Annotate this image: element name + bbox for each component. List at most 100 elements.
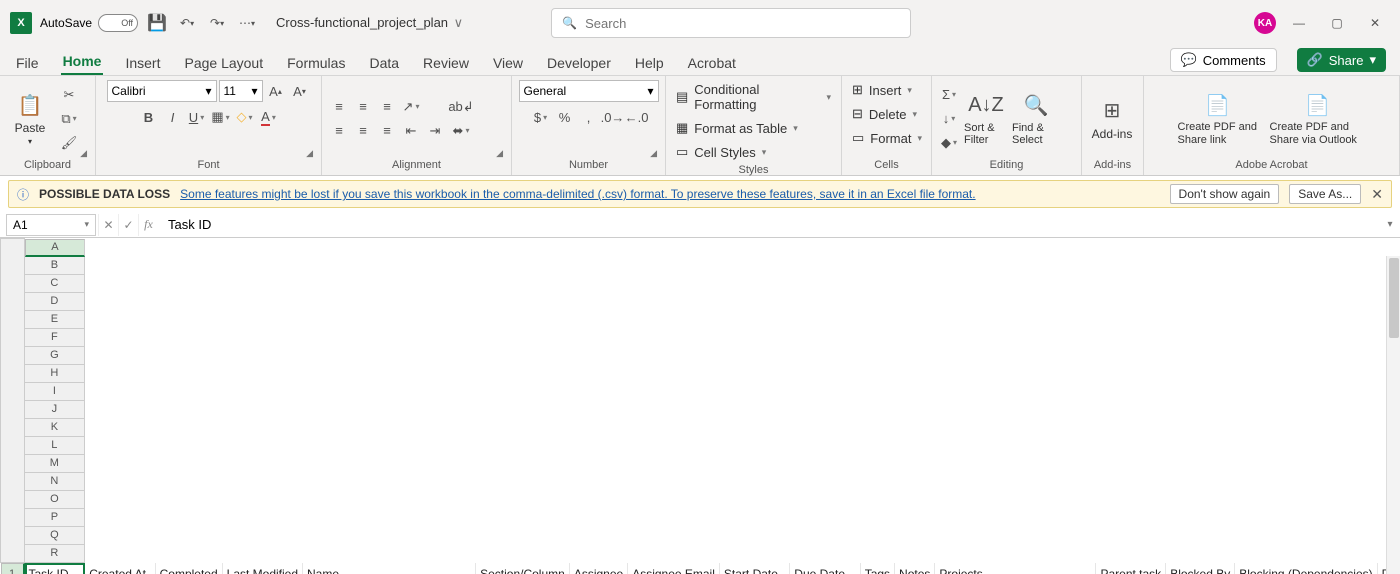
column-header-A[interactable]: A xyxy=(25,239,85,257)
align-top-button[interactable]: ≡ xyxy=(328,96,350,118)
align-center-button[interactable]: ≡ xyxy=(352,120,374,142)
underline-button[interactable]: U xyxy=(186,106,208,128)
tab-acrobat[interactable]: Acrobat xyxy=(686,51,738,75)
column-header-L[interactable]: L xyxy=(25,437,85,455)
create-pdf-share-outlook-button[interactable]: 📄 Create PDF and Share via Outlook xyxy=(1270,91,1366,145)
tab-file[interactable]: File xyxy=(14,51,41,75)
increase-font-button[interactable]: A▴ xyxy=(265,80,287,102)
decrease-font-button[interactable]: A▾ xyxy=(289,80,311,102)
column-header-B[interactable]: B xyxy=(25,257,85,275)
format-as-table-button[interactable]: ▦Format as Table▾ xyxy=(672,118,802,138)
dialog-launcher-icon[interactable]: ◢ xyxy=(80,148,87,159)
column-header-J[interactable]: J xyxy=(25,401,85,419)
qat-customize[interactable]: ⋯▾ xyxy=(236,12,258,34)
copy-button[interactable]: ⧉ xyxy=(58,108,80,130)
formula-input[interactable]: Task ID xyxy=(158,217,1380,232)
column-header-R[interactable]: R xyxy=(25,545,85,563)
addins-button[interactable]: ⊞ Add-ins xyxy=(1088,97,1136,141)
cell[interactable]: Assignee Email xyxy=(628,563,720,574)
save-button[interactable]: 💾 xyxy=(146,12,168,34)
merge-center-button[interactable]: ⬌ xyxy=(450,120,472,142)
decrease-decimal-button[interactable]: ←.0 xyxy=(626,106,648,128)
tab-home[interactable]: Home xyxy=(61,49,104,75)
clear-button[interactable]: ◆ xyxy=(938,132,960,154)
column-header-G[interactable]: G xyxy=(25,347,85,365)
cell-styles-button[interactable]: ▭Cell Styles▾ xyxy=(672,142,770,162)
percent-format-button[interactable]: % xyxy=(554,106,576,128)
cell[interactable]: Due Date xyxy=(790,563,860,574)
enter-formula-button[interactable]: ✓ xyxy=(118,214,138,236)
format-cells-button[interactable]: ▭Format▾ xyxy=(848,128,926,148)
tab-developer[interactable]: Developer xyxy=(545,51,613,75)
tab-insert[interactable]: Insert xyxy=(123,51,162,75)
accounting-format-button[interactable]: $ xyxy=(530,106,552,128)
cell[interactable]: Name xyxy=(303,563,476,574)
border-button[interactable]: ▦ xyxy=(210,106,232,128)
select-all-corner[interactable] xyxy=(1,239,25,563)
minimize-button[interactable]: — xyxy=(1284,11,1314,35)
redo-button[interactable]: ↷▾ xyxy=(206,12,228,34)
cut-button[interactable]: ✂ xyxy=(58,84,80,106)
vertical-scrollbar[interactable] xyxy=(1386,256,1400,574)
search-box[interactable]: 🔍 xyxy=(551,8,911,38)
column-header-O[interactable]: O xyxy=(25,491,85,509)
warning-text[interactable]: Some features might be lost if you save … xyxy=(180,187,975,201)
name-box[interactable]: A1▾ xyxy=(6,214,96,236)
font-name-select[interactable]: Calibri▾ xyxy=(107,80,217,102)
column-header-D[interactable]: D xyxy=(25,293,85,311)
tab-formulas[interactable]: Formulas xyxy=(285,51,347,75)
comma-format-button[interactable]: , xyxy=(578,106,600,128)
share-button[interactable]: 🔗 Share ▾ xyxy=(1297,48,1386,72)
sort-filter-button[interactable]: A↓Z Sort & Filter xyxy=(964,92,1008,146)
delete-cells-button[interactable]: ⊟Delete▾ xyxy=(848,104,921,124)
align-right-button[interactable]: ≡ xyxy=(376,120,398,142)
cancel-formula-button[interactable]: ✕ xyxy=(98,214,118,236)
dialog-launcher-icon[interactable]: ◢ xyxy=(306,148,313,159)
search-input[interactable] xyxy=(585,16,900,31)
column-header-Q[interactable]: Q xyxy=(25,527,85,545)
increase-decimal-button[interactable]: .0→ xyxy=(602,106,624,128)
cell[interactable]: Blocked By xyxy=(1166,563,1235,574)
orientation-button[interactable]: ↗ xyxy=(400,96,422,118)
bold-button[interactable]: B xyxy=(138,106,160,128)
cell[interactable]: Tags xyxy=(860,563,894,574)
cell[interactable]: Blocking (Dependencies) xyxy=(1235,563,1377,574)
autosave-control[interactable]: AutoSave Off xyxy=(40,14,138,32)
cell[interactable]: Completed xyxy=(155,563,222,574)
decrease-indent-button[interactable]: ⇤ xyxy=(400,120,422,142)
font-color-button[interactable]: A xyxy=(258,106,280,128)
align-middle-button[interactable]: ≡ xyxy=(352,96,374,118)
tab-review[interactable]: Review xyxy=(421,51,471,75)
user-avatar[interactable]: KA xyxy=(1254,12,1276,34)
cell[interactable]: Parent task xyxy=(1096,563,1166,574)
tab-view[interactable]: View xyxy=(491,51,525,75)
create-pdf-share-link-button[interactable]: 📄 Create PDF and Share link xyxy=(1178,91,1258,145)
cell[interactable]: Last Modified xyxy=(222,563,302,574)
scrollbar-thumb[interactable] xyxy=(1389,258,1399,338)
column-header-F[interactable]: F xyxy=(25,329,85,347)
find-select-button[interactable]: 🔍 Find & Select xyxy=(1012,92,1060,146)
tab-data[interactable]: Data xyxy=(367,51,401,75)
dont-show-again-button[interactable]: Don't show again xyxy=(1170,184,1280,204)
maximize-button[interactable]: ▢ xyxy=(1322,11,1352,35)
column-header-K[interactable]: K xyxy=(25,419,85,437)
undo-button[interactable]: ↶▾ xyxy=(176,12,198,34)
column-header-I[interactable]: I xyxy=(25,383,85,401)
cell[interactable]: Notes xyxy=(895,563,935,574)
font-size-select[interactable]: 11▾ xyxy=(219,80,263,102)
conditional-formatting-button[interactable]: ▤Conditional Formatting▾ xyxy=(672,80,835,114)
fill-button[interactable]: ↓ xyxy=(938,108,960,130)
spreadsheet-grid[interactable]: ABCDEFGHIJKLMNOPQR1Task IDCreated AtComp… xyxy=(0,238,1400,574)
close-warning-button[interactable]: ✕ xyxy=(1371,186,1383,203)
column-header-N[interactable]: N xyxy=(25,473,85,491)
cell[interactable]: Task ID xyxy=(25,563,85,574)
cell[interactable]: Created At xyxy=(85,563,155,574)
align-bottom-button[interactable]: ≡ xyxy=(376,96,398,118)
autosave-toggle[interactable]: Off xyxy=(98,14,138,32)
column-header-H[interactable]: H xyxy=(25,365,85,383)
column-header-C[interactable]: C xyxy=(25,275,85,293)
autosum-button[interactable]: Σ xyxy=(938,84,960,106)
italic-button[interactable]: I xyxy=(162,106,184,128)
row-header-1[interactable]: 1 xyxy=(1,563,25,574)
cell[interactable]: Section/Column xyxy=(476,563,570,574)
